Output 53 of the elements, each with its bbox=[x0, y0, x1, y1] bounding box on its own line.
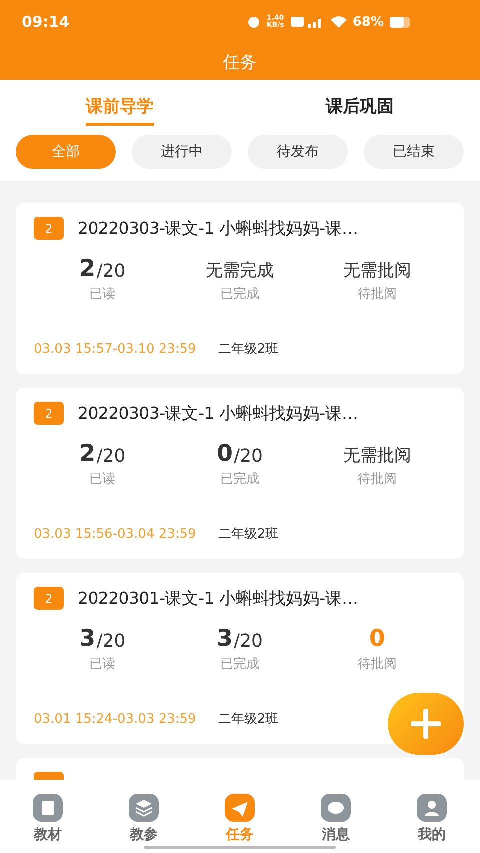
status-time: 09:14 bbox=[22, 13, 70, 31]
filter-chip[interactable]: 待发布 bbox=[248, 135, 348, 169]
task-card[interactable] bbox=[16, 758, 464, 780]
count-badge: 2 bbox=[34, 587, 64, 610]
task-card[interactable]: 2 20220303-课文-1 小蝌蚪找妈妈-课… 2/20 已读 无需完成 已完成 无需批阅 待批阅 03.03 15:57-03.10 23:59 二年级2班 bbox=[16, 203, 464, 374]
task-period: 03.03 15:56-03.04 23:59 bbox=[34, 526, 196, 542]
battery-icon bbox=[390, 16, 412, 28]
count-badge: 2 bbox=[34, 402, 64, 425]
stat-label: 待批阅 bbox=[358, 286, 397, 303]
count-badge bbox=[34, 772, 64, 780]
stat-label: 已读 bbox=[90, 471, 116, 488]
wifi-icon bbox=[330, 16, 347, 28]
task-title: 20220301-课文-1 小蝌蚪找妈妈-课… bbox=[78, 588, 358, 610]
class-name: 二年级2班 bbox=[218, 526, 279, 543]
nav-item[interactable]: 我的 bbox=[384, 794, 480, 853]
stat-value: 0/20 bbox=[217, 440, 263, 467]
stat-label: 待批阅 bbox=[358, 656, 397, 673]
battery-level: 68% bbox=[352, 14, 384, 30]
stat-label: 已完成 bbox=[220, 656, 260, 673]
stat-label: 已完成 bbox=[220, 471, 260, 488]
stat-value: 0 bbox=[369, 625, 386, 652]
paper-plane-icon bbox=[224, 794, 256, 822]
class-name: 二年级2班 bbox=[218, 341, 279, 358]
page-title: 任务 bbox=[223, 52, 257, 74]
task-card[interactable]: 2 20220303-课文-1 小蝌蚪找妈妈-课… 2/20 已读 0/20 已完成 无需批阅 待批阅 03.03 15:56-03.04 23:59 二年级2班 bbox=[16, 388, 464, 559]
task-period: 03.01 15:24-03.03 23:59 bbox=[34, 712, 196, 726]
task-period: 03.03 15:57-03.10 23:59 bbox=[34, 342, 196, 356]
stat-label: 已读 bbox=[90, 286, 116, 303]
plus-icon bbox=[411, 709, 441, 739]
stat-value: 无需批阅 bbox=[343, 445, 412, 467]
nav-item[interactable]: 教材 bbox=[0, 794, 96, 853]
chat-icon bbox=[320, 794, 352, 822]
count-badge: 2 bbox=[34, 217, 64, 240]
stat-value: 无需批阅 bbox=[343, 260, 412, 282]
task-card[interactable]: 2 20220301-课文-1 小蝌蚪找妈妈-课… 3/20 已读 3/20 已完成 0 待批阅 03.01 15:24-03.03 23:59 二年级2班 bbox=[16, 573, 464, 744]
stat-label: 待批阅 bbox=[358, 471, 397, 488]
stat-value: 无需完成 bbox=[206, 260, 274, 282]
stat-label: 已读 bbox=[90, 656, 116, 673]
layers-icon bbox=[128, 794, 160, 822]
task-title: 20220303-课文-1 小蝌蚪找妈妈-课… bbox=[78, 218, 358, 240]
class-name: 二年级2班 bbox=[218, 711, 279, 728]
stat-value: 3/20 bbox=[217, 625, 263, 652]
add-button[interactable] bbox=[388, 693, 464, 755]
stat-value: 3/20 bbox=[80, 625, 126, 652]
stat-label: 已完成 bbox=[220, 286, 260, 303]
filter-chip[interactable]: 进行中 bbox=[132, 135, 232, 169]
user-icon bbox=[416, 794, 448, 822]
task-title: 20220303-课文-1 小蝌蚪找妈妈-课… bbox=[78, 402, 358, 424]
stat-value: 2/20 bbox=[80, 255, 126, 282]
tab[interactable]: 课后巩固 bbox=[326, 80, 394, 126]
stat-value: 2/20 bbox=[80, 440, 126, 467]
filter-chip[interactable]: 已结束 bbox=[364, 135, 464, 169]
book-icon bbox=[32, 794, 64, 822]
